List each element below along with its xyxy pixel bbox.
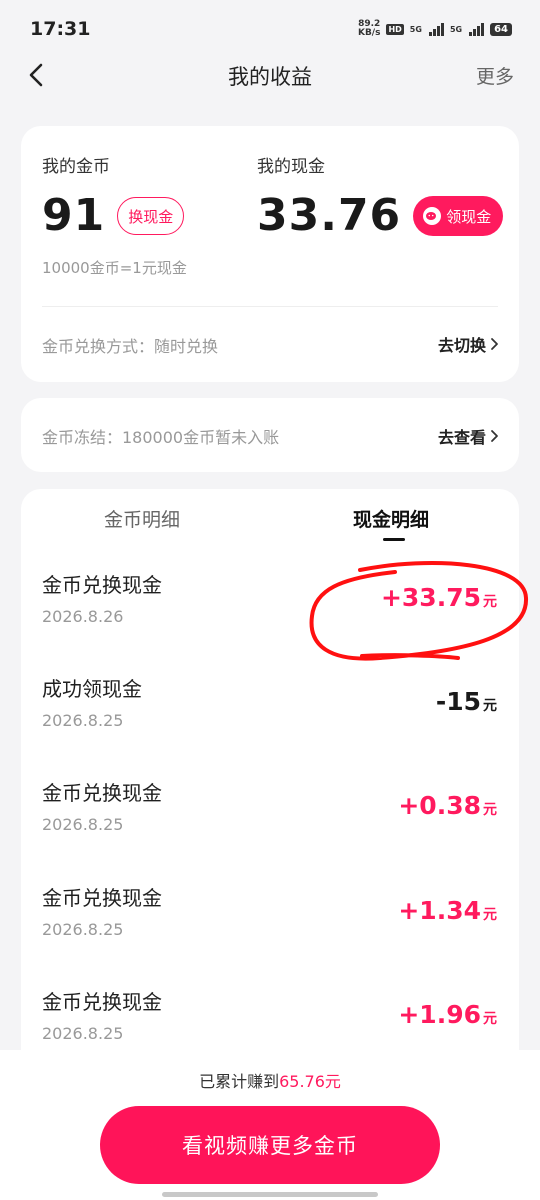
view-frozen-link[interactable]: 去查看 xyxy=(438,424,499,448)
total-earned-prefix: 已累计赚到 xyxy=(199,1072,280,1091)
nav-bar: 我的收益 更多 xyxy=(0,58,540,92)
coin-value: 91 xyxy=(42,190,106,241)
status-bar: 17:31 89.2 KB/s HD 5G 5G 64 xyxy=(0,0,540,58)
transaction-date: 2026.8.25 xyxy=(42,711,124,730)
transaction-date: 2026.8.25 xyxy=(42,920,124,939)
exchange-cash-button[interactable]: 换现金 xyxy=(117,197,185,235)
transaction-amount: +33.75 元 xyxy=(381,583,497,612)
balance-card: 我的金币 91 换现金 我的现金 33.76 领现金 10000金币=1元现金 … xyxy=(21,126,519,382)
amount-value: +33.75 xyxy=(380,583,481,612)
tab-active-indicator xyxy=(383,538,405,541)
cash-label: 我的现金 xyxy=(257,157,325,177)
tab-coin-detail[interactable]: 金币明细 xyxy=(104,505,180,532)
amount-unit: 元 xyxy=(483,698,497,714)
amount-unit: 元 xyxy=(483,802,497,818)
amount-unit: 元 xyxy=(483,1011,497,1027)
battery-icon: 64 xyxy=(490,22,512,36)
detail-card: 金币明细 现金明细 金币兑换现金 2026.8.26 +33.75 元 成功领现金… xyxy=(21,489,519,1109)
amount-unit: 元 xyxy=(483,907,497,923)
chevron-right-icon xyxy=(491,338,498,350)
more-button[interactable]: 更多 xyxy=(476,62,514,89)
withdraw-cash-button[interactable]: 领现金 xyxy=(413,196,504,236)
transaction-title: 金币兑换现金 xyxy=(42,781,162,805)
amount-value: +1.96 xyxy=(398,1000,481,1029)
transaction-date: 2026.8.25 xyxy=(42,815,124,834)
hd-badge: HD xyxy=(386,23,404,35)
coin-balance: 我的金币 91 换现金 xyxy=(42,152,185,241)
signal-icon-2 xyxy=(469,22,485,36)
transaction-row: 金币兑换现金 2026.8.25 +0.38 元 xyxy=(21,777,519,881)
view-frozen-label: 去查看 xyxy=(437,428,486,447)
wechat-icon xyxy=(423,207,442,225)
status-time: 17:31 xyxy=(30,18,91,40)
tab-cash-detail[interactable]: 现金明细 xyxy=(353,505,429,532)
frozen-text: 金币冻结：180000金币暂未入账 xyxy=(42,428,280,447)
sim2-label: 5G xyxy=(449,24,463,34)
net-speed: 89.2 KB/s xyxy=(358,20,380,38)
switch-link[interactable]: 去切换 xyxy=(438,332,499,356)
sim1-label: 5G xyxy=(409,24,422,34)
transaction-title: 金币兑换现金 xyxy=(42,886,162,910)
total-earned: 已累计赚到65.76元 xyxy=(0,1068,540,1092)
watch-video-button[interactable]: 看视频赚更多金币 xyxy=(100,1106,440,1184)
total-earned-value: 65.76元 xyxy=(279,1072,341,1091)
switch-link-label: 去切换 xyxy=(437,336,486,355)
transaction-amount: +1.96 元 xyxy=(398,1000,497,1029)
frozen-card: 金币冻结：180000金币暂未入账 去查看 xyxy=(21,398,519,472)
amount-value: -15 xyxy=(435,687,481,716)
transaction-row: 金币兑换现金 2026.8.25 +1.34 元 xyxy=(21,882,519,986)
amount-unit: 元 xyxy=(483,594,497,610)
chevron-right-icon xyxy=(491,430,498,442)
transaction-date: 2026.8.26 xyxy=(42,607,124,626)
transaction-title: 金币兑换现金 xyxy=(42,990,162,1014)
cash-balance: 我的现金 33.76 领现金 xyxy=(257,152,504,241)
amount-value: +1.34 xyxy=(398,896,481,925)
footer: 已累计赚到65.76元 看视频赚更多金币 xyxy=(0,1050,540,1200)
status-icons: 89.2 KB/s HD 5G 5G 64 xyxy=(358,20,512,38)
exchange-rate-note: 10000金币=1元现金 xyxy=(42,259,187,277)
withdraw-cash-label: 领现金 xyxy=(446,207,492,226)
transaction-title: 成功领现金 xyxy=(42,677,142,701)
divider xyxy=(42,306,498,307)
amount-value: +0.38 xyxy=(398,791,481,820)
net-speed-unit: KB/s xyxy=(357,28,381,38)
transaction-date: 2026.8.25 xyxy=(42,1024,124,1043)
page-title: 我的收益 xyxy=(228,65,312,89)
transaction-row: 成功领现金 2026.8.25 -15 元 xyxy=(21,673,519,777)
transaction-amount: -15 元 xyxy=(436,687,497,716)
coin-label: 我的金币 xyxy=(42,157,110,177)
transaction-row: 金币兑换现金 2026.8.26 +33.75 元 xyxy=(21,569,519,673)
transaction-amount: +1.34 元 xyxy=(398,896,497,925)
transaction-title: 金币兑换现金 xyxy=(42,573,162,597)
cash-value: 33.76 xyxy=(257,190,402,241)
exchange-method: 金币兑换方式：随时兑换 xyxy=(42,337,219,356)
transaction-amount: +0.38 元 xyxy=(398,791,497,820)
home-indicator xyxy=(162,1192,378,1197)
signal-icon xyxy=(428,22,444,36)
